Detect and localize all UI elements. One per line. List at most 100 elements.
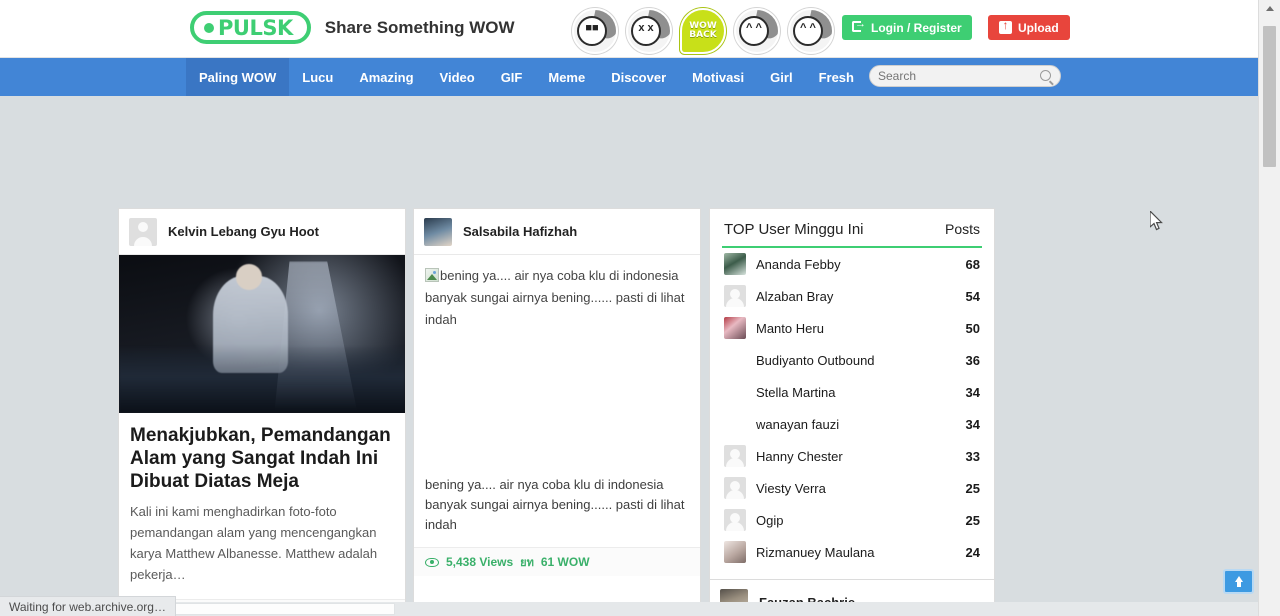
nav-item-amazing[interactable]: Amazing	[346, 58, 426, 96]
user-post-count: 50	[965, 320, 980, 336]
user-name: Stella Martina	[756, 384, 836, 400]
post-author-name: Kelvin Lebang Gyu Hoot	[168, 224, 319, 239]
list-item[interactable]: Alzaban Bray 54	[710, 280, 994, 312]
user-name: Ogip	[756, 512, 784, 528]
site-logo[interactable]: PULSK Share Something WOW	[190, 11, 515, 44]
user-post-count: 68	[965, 256, 980, 272]
top-users-posts-header: Posts	[944, 221, 980, 237]
top-users-header: TOP User Minggu Ini Posts	[710, 209, 994, 246]
user-name: Alzaban Bray	[756, 288, 834, 304]
top-users-title: TOP User Minggu Ini	[724, 221, 864, 238]
post-card-1[interactable]: Kelvin Lebang Gyu Hoot Menakjubkan, Pema…	[118, 208, 406, 616]
list-item[interactable]: Viesty Verra 25	[710, 472, 994, 504]
user-post-count: 34	[965, 416, 980, 432]
content-area: Kelvin Lebang Gyu Hoot Menakjubkan, Pema…	[0, 96, 1258, 616]
list-item[interactable]: Rizmanuey Maulana 24	[710, 536, 994, 568]
eye-icon	[425, 557, 439, 567]
post-title[interactable]: Menakjubkan, Pemandangan Alam yang Sanga…	[119, 413, 405, 493]
upload-label: Upload	[1018, 20, 1059, 35]
post-author-name: Salsabila Hafizhah	[463, 224, 578, 239]
post-author-row: Kelvin Lebang Gyu Hoot	[119, 209, 405, 255]
top-users-panel: TOP User Minggu Ini Posts Ananda Febby 6…	[709, 208, 995, 616]
avatar	[724, 541, 746, 563]
user-name: Hanny Chester	[756, 448, 843, 464]
user-post-count: 34	[965, 384, 980, 400]
login-register-button[interactable]: Login / Register	[842, 15, 972, 40]
user-name: Ananda Febby	[756, 256, 841, 272]
nav-item-lucu[interactable]: Lucu	[289, 58, 346, 96]
main-navbar: Paling WOW Lucu Amazing Video GIF Meme D…	[0, 58, 1258, 96]
nav-item-meme[interactable]: Meme	[535, 58, 598, 96]
search-input[interactable]	[870, 67, 1036, 85]
logo-pill: PULSK	[190, 11, 311, 44]
post-image[interactable]	[119, 255, 405, 413]
wowback-line2: BACK	[689, 30, 717, 40]
user-post-count: 54	[965, 288, 980, 304]
post-body-text: bening ya.... air nya coba klu di indone…	[425, 477, 685, 532]
post-views: 5,438 Views	[446, 555, 514, 569]
list-item[interactable]: Ogip 25	[710, 504, 994, 536]
broken-image-icon	[425, 268, 439, 282]
post-stats-row: 5,438 Views ยท 61 WOW	[414, 547, 700, 576]
scroll-to-top-button[interactable]	[1223, 569, 1254, 594]
search-box[interactable]	[869, 65, 1061, 87]
nav-item-fresh[interactable]: Fresh	[806, 58, 867, 96]
list-item[interactable]: Stella Martina 34	[710, 376, 994, 408]
nav-item-girl[interactable]: Girl	[757, 58, 805, 96]
logo-dot-icon	[204, 22, 214, 33]
nav-item-list: Paling WOW Lucu Amazing Video GIF Meme D…	[186, 58, 867, 96]
reaction-icon-row: ■■ x x WOW BACK ^ ^ ^ ^	[572, 8, 834, 54]
user-name: Manto Heru	[756, 320, 824, 336]
post-card-2[interactable]: Salsabila Hafizhah bening ya.... air nya…	[413, 208, 701, 616]
user-post-count: 36	[965, 352, 980, 368]
post-wow-count: 61 WOW	[540, 555, 590, 569]
list-item[interactable]: Manto Heru 50	[710, 312, 994, 344]
user-post-count: 25	[965, 480, 980, 496]
user-post-count: 24	[965, 544, 980, 560]
horizontal-scrollbar[interactable]	[0, 602, 1258, 616]
post-broken-image-alt: bening ya.... air nya coba klu di indone…	[414, 255, 700, 465]
post-excerpt: Kali ini kami menghadirkan foto-foto pem…	[130, 504, 378, 582]
logo-text: PULSK	[218, 15, 293, 40]
avatar	[724, 445, 746, 467]
avatar	[424, 217, 452, 246]
list-item[interactable]: Budiyanto Outbound 36	[710, 344, 994, 376]
user-post-count: 33	[965, 448, 980, 464]
list-item[interactable]: Ananda Febby 68	[710, 248, 994, 280]
scroll-up-arrow-icon[interactable]	[1266, 6, 1274, 11]
avatar	[724, 285, 746, 307]
reaction-shocked-icon[interactable]: x x	[626, 8, 672, 54]
post-author-row: Salsabila Hafizhah	[414, 209, 700, 255]
reaction-laugh-icon[interactable]: ^ ^	[788, 8, 834, 54]
post-alt-text: bening ya.... air nya coba klu di indone…	[425, 268, 685, 327]
status-text: Waiting for web.archive.org…	[9, 599, 166, 614]
site-header: PULSK Share Something WOW ■■ x x WOW BAC…	[0, 0, 1258, 58]
login-register-label: Login / Register	[871, 20, 962, 35]
stats-separator: ยท	[520, 557, 534, 569]
site-tagline: Share Something WOW	[324, 17, 515, 37]
nav-item-video[interactable]: Video	[427, 58, 488, 96]
nav-item-paling-wow[interactable]: Paling WOW	[186, 58, 290, 96]
vertical-scrollbar-thumb[interactable]	[1263, 26, 1276, 167]
list-item[interactable]: wanayan fauzi 34	[710, 408, 994, 440]
browser-status-bar: Waiting for web.archive.org…	[0, 596, 176, 616]
nav-item-gif[interactable]: GIF	[488, 58, 536, 96]
list-item[interactable]: Hanny Chester 33	[710, 440, 994, 472]
arrow-up-icon	[1235, 576, 1243, 587]
nav-item-discover[interactable]: Discover	[598, 58, 679, 96]
reaction-wowback-icon[interactable]: WOW BACK	[680, 8, 726, 54]
login-arrow-icon	[852, 18, 866, 34]
user-name: wanayan fauzi	[756, 416, 840, 432]
browser-viewport: PULSK Share Something WOW ■■ x x WOW BAC…	[0, 0, 1280, 616]
avatar	[724, 509, 746, 531]
reaction-cool-icon[interactable]: ■■	[572, 8, 618, 54]
reaction-tongue-icon[interactable]: ^ ^	[734, 8, 780, 54]
avatar	[724, 317, 746, 339]
avatar	[724, 253, 746, 275]
avatar	[724, 477, 746, 499]
upload-button[interactable]: Upload	[988, 15, 1070, 40]
search-icon	[1040, 70, 1051, 81]
vertical-scrollbar[interactable]	[1258, 0, 1280, 616]
user-name: Rizmanuey Maulana	[756, 544, 875, 560]
nav-item-motivasi[interactable]: Motivasi	[679, 58, 757, 96]
